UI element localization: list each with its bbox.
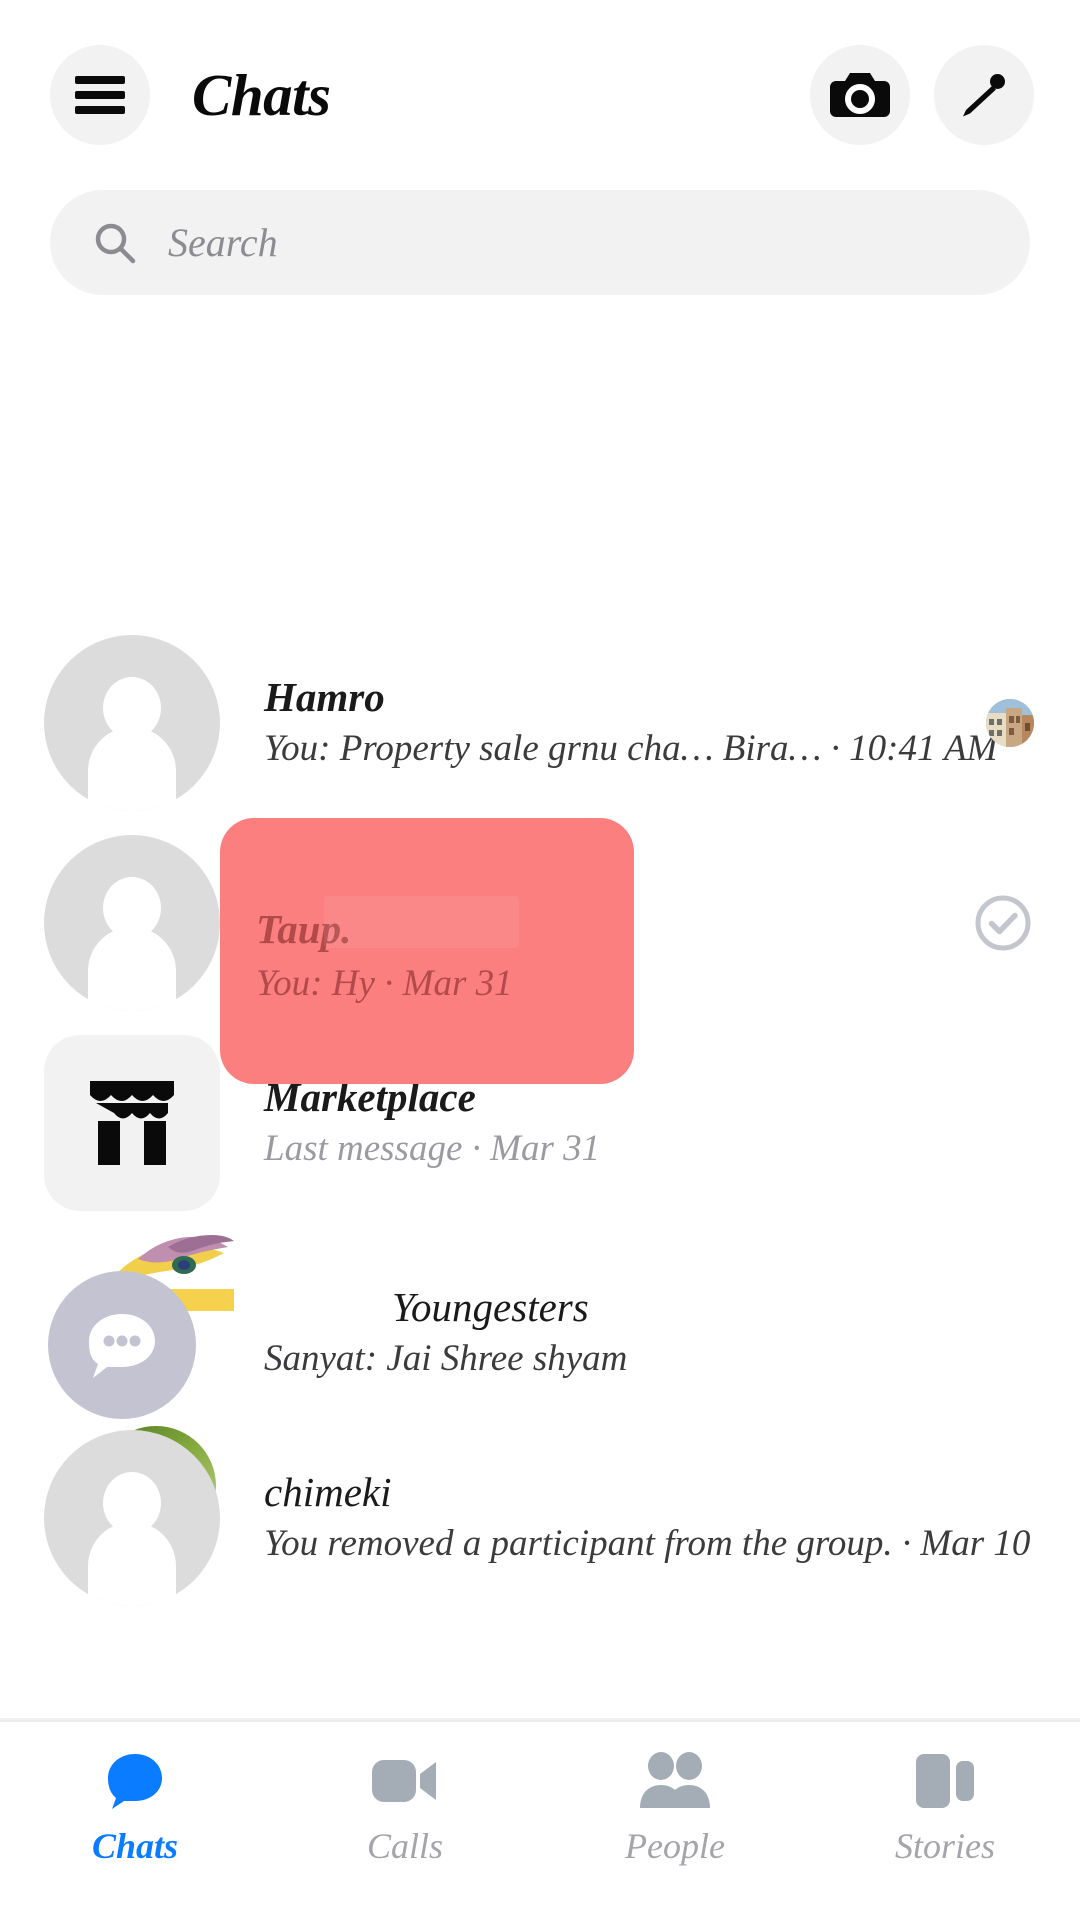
row-trailing bbox=[944, 699, 1034, 747]
building-photo-thumbnail bbox=[986, 699, 1034, 747]
avatar bbox=[44, 635, 220, 811]
page-title: Chats bbox=[192, 61, 331, 128]
list-item[interactable]: मंशा Youngesters Sanyat: Jai Shree shyam bbox=[0, 1235, 1080, 1428]
chat-text-block: Youngesters Sanyat: Jai Shree shyam bbox=[220, 1284, 932, 1382]
tab-calls[interactable]: Calls bbox=[270, 1740, 540, 1920]
people-icon bbox=[636, 1750, 714, 1812]
search-icon bbox=[95, 223, 136, 263]
list-item[interactable]: Marketplace Last message · Mar 31 bbox=[0, 1028, 1080, 1218]
list-item[interactable]: Taup. You: Hy · Mar 31 bbox=[0, 828, 1080, 1018]
camera-button[interactable] bbox=[810, 45, 910, 145]
avatar: मंशा bbox=[44, 1235, 234, 1421]
app-header: Chats bbox=[0, 0, 1080, 190]
avatar bbox=[44, 835, 220, 1011]
chat-snippet: You removed a participant from the group… bbox=[264, 1523, 1031, 1565]
new-message-button[interactable] bbox=[934, 45, 1034, 145]
stories-icon bbox=[914, 1750, 976, 1812]
chat-text-block: Marketplace Last message · Mar 31 bbox=[220, 1074, 932, 1172]
chat-name: Youngesters bbox=[392, 1284, 589, 1331]
default-person-avatar bbox=[44, 635, 220, 811]
search-section: Search bbox=[0, 190, 1080, 340]
tab-stories[interactable]: Stories bbox=[810, 1740, 1080, 1920]
annotation-obscured-region bbox=[324, 896, 519, 948]
video-camera-icon bbox=[370, 1750, 440, 1812]
hamburger-menu-icon bbox=[75, 76, 125, 114]
search-bar[interactable]: Search bbox=[50, 190, 1030, 295]
chat-name: Hamro bbox=[264, 674, 385, 721]
chat-name: chimeki bbox=[264, 1469, 392, 1516]
chat-bubble-dots-icon bbox=[89, 1314, 155, 1378]
tab-label: Stories bbox=[894, 1826, 995, 1866]
chat-text-block: Hamro You: Property sale grnu cha… Bira…… bbox=[220, 674, 998, 772]
group-chat-bubble-avatar bbox=[48, 1271, 196, 1419]
tab-label: Chats bbox=[91, 1826, 179, 1866]
search-input[interactable]: Search bbox=[168, 219, 278, 266]
header-actions bbox=[810, 45, 1034, 145]
default-person-avatar bbox=[44, 835, 220, 1011]
tab-label: People bbox=[625, 1826, 725, 1866]
chat-list: Hamro You: Property sale grnu cha… Bira…… bbox=[0, 610, 1080, 1720]
list-item[interactable]: Hamro You: Property sale grnu cha… Bira…… bbox=[0, 628, 1080, 818]
annotation-chat-snippet: You: Hy · Mar 31 bbox=[256, 963, 513, 1004]
hamburger-menu-button[interactable] bbox=[50, 45, 150, 145]
tab-label: Calls bbox=[366, 1826, 444, 1866]
chat-snippet: Last message · Mar 31 bbox=[264, 1128, 601, 1170]
messenger-chats-screen: Chats Search Hamro You: Property sale gr… bbox=[0, 0, 1080, 1920]
store-icon bbox=[90, 1081, 174, 1165]
tab-people[interactable]: People bbox=[540, 1740, 810, 1920]
building-photo-icon bbox=[986, 699, 1034, 747]
chat-bubble-icon bbox=[104, 1750, 166, 1812]
camera-icon bbox=[830, 73, 890, 117]
default-person-avatar bbox=[44, 1430, 220, 1606]
chat-snippet: You: Property sale grnu cha… Bira… · 10:… bbox=[264, 728, 998, 770]
tab-chats[interactable]: Chats bbox=[0, 1740, 270, 1920]
active-now-strip-empty bbox=[0, 340, 1080, 610]
pencil-edit-icon bbox=[963, 74, 1005, 117]
list-item[interactable]: chimeki You removed a participant from t… bbox=[0, 1418, 1080, 1618]
check-circle-icon bbox=[975, 895, 1031, 951]
row-trailing bbox=[944, 892, 1034, 954]
chat-snippet: Sanyat: Jai Shree shyam bbox=[264, 1338, 628, 1380]
chat-name: Marketplace bbox=[264, 1074, 476, 1121]
chat-text-block: chimeki You removed a participant from t… bbox=[220, 1469, 1031, 1567]
bottom-navigation: Chats Calls People Stories bbox=[0, 1720, 1080, 1920]
avatar bbox=[44, 1426, 220, 1606]
marketplace-store-icon bbox=[44, 1035, 220, 1211]
